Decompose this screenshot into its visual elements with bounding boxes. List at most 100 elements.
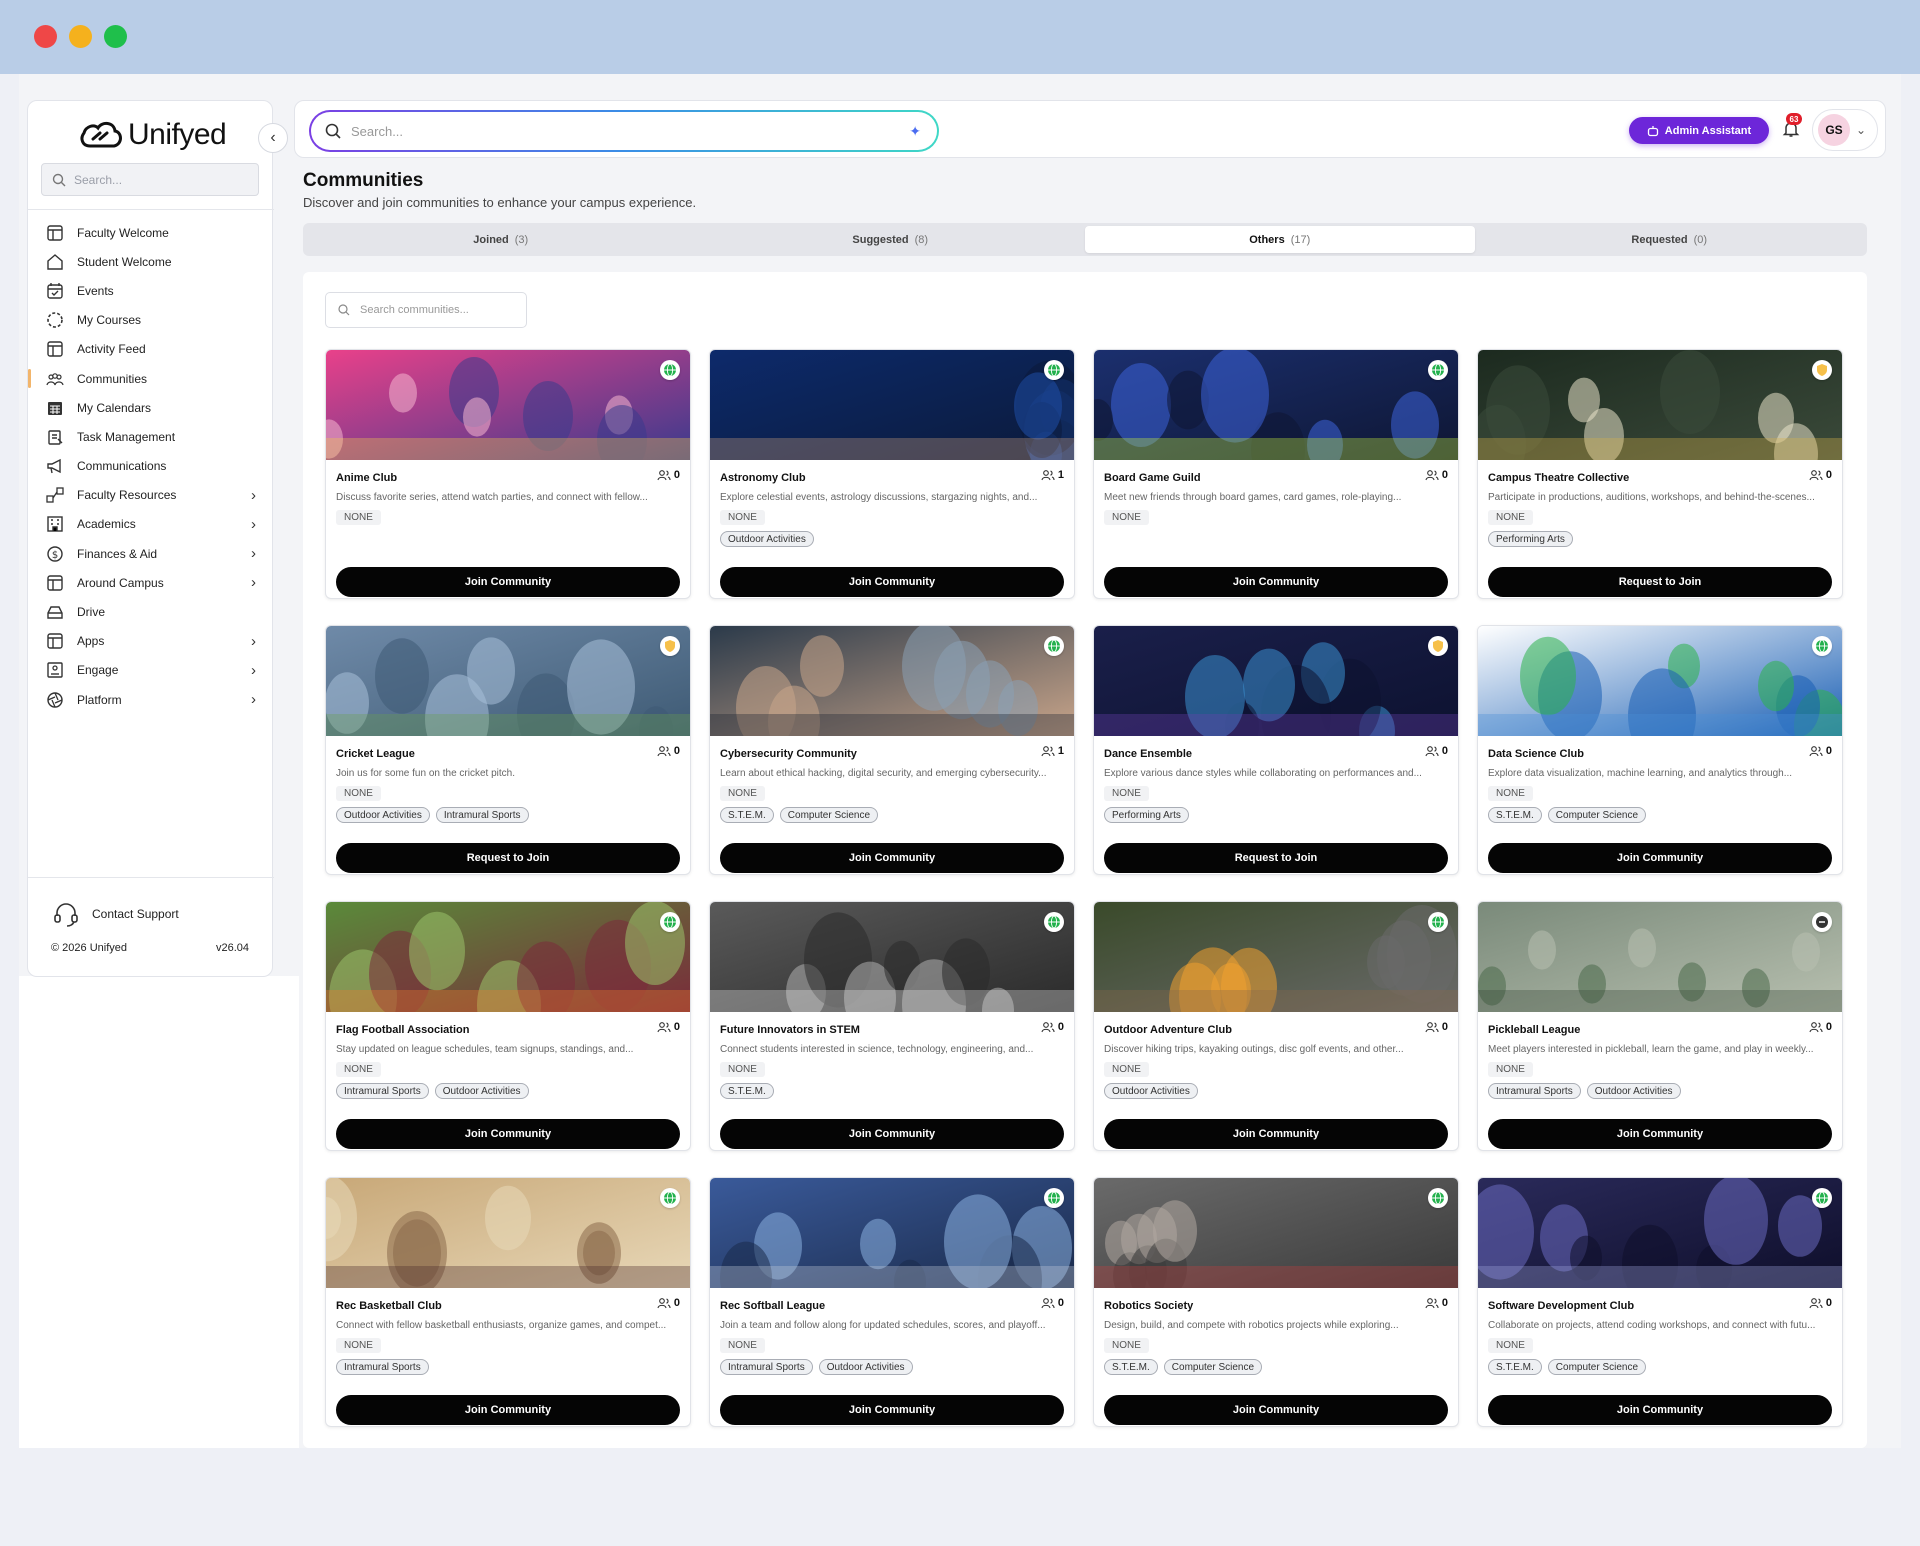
- community-card-astronomy-club[interactable]: Astronomy Club 1 Explore celestial events,…: [709, 349, 1075, 599]
- sidebar-item-apps[interactable]: Apps ›: [28, 627, 274, 656]
- ai-sparkle-icon[interactable]: ✦: [909, 123, 921, 140]
- category-tag[interactable]: Outdoor Activities: [336, 807, 430, 823]
- join-community-button[interactable]: Join Community: [720, 567, 1064, 597]
- join-community-button[interactable]: Join Community: [1488, 1119, 1832, 1149]
- brand-logo[interactable]: Unifyed: [78, 115, 227, 155]
- tab-others[interactable]: Others (17): [1085, 226, 1475, 253]
- category-tag[interactable]: Outdoor Activities: [434, 1083, 529, 1099]
- sidebar-item-drive[interactable]: Drive: [28, 597, 274, 626]
- community-card-cricket-league[interactable]: Cricket League 0 Join us for some fun on t…: [325, 625, 691, 875]
- sidebar-item-task-management[interactable]: Task Management: [28, 422, 274, 451]
- sidebar-item-communities[interactable]: Communities: [28, 364, 274, 393]
- category-tag[interactable]: Outdoor Activities: [818, 1359, 913, 1375]
- sidebar-item-events[interactable]: Events: [28, 276, 274, 305]
- users-icon: [1809, 1022, 1823, 1033]
- community-card-anime-club[interactable]: Anime Club 0 Discuss favorite series, atte…: [325, 349, 691, 599]
- request-to-join-button[interactable]: Request to Join: [1488, 567, 1832, 597]
- tab-requested[interactable]: Requested (0): [1475, 226, 1865, 253]
- category-tag[interactable]: Intramural Sports: [336, 1083, 429, 1099]
- category-tag[interactable]: Intramural Sports: [435, 807, 529, 823]
- community-card-rec-basketball-club[interactable]: Rec Basketball Club 0 Connect with fellow …: [325, 1177, 691, 1427]
- category-tag[interactable]: Intramural Sports: [1488, 1083, 1581, 1099]
- global-search-input[interactable]: Search... ✦: [309, 110, 939, 152]
- member-count: 0: [1425, 469, 1448, 481]
- member-count: 0: [1425, 1021, 1448, 1033]
- minimize-window-button[interactable]: [69, 25, 92, 48]
- community-card-future-innovators-in-stem[interactable]: Future Innovators in STEM 0 Connect studen…: [709, 901, 1075, 1151]
- join-community-button[interactable]: Join Community: [336, 1395, 680, 1425]
- join-community-button[interactable]: Join Community: [1104, 567, 1448, 597]
- community-card-pickleball-league[interactable]: Pickleball League 0 Meet players intereste…: [1477, 901, 1843, 1151]
- join-community-button[interactable]: Join Community: [1488, 1395, 1832, 1425]
- category-tag[interactable]: Outdoor Activities: [720, 531, 814, 547]
- tab-suggested[interactable]: Suggested (8): [696, 226, 1086, 253]
- category-tag[interactable]: S.T.E.M.: [1104, 1359, 1158, 1375]
- sidebar-item-activity-feed[interactable]: Activity Feed: [28, 335, 274, 364]
- community-card-software-development-club[interactable]: Software Development Club 0 Collaborate on…: [1477, 1177, 1843, 1427]
- community-cover-image: [326, 350, 690, 460]
- community-card-dance-ensemble[interactable]: Dance Ensemble 0 Explore various dance sty…: [1093, 625, 1459, 875]
- category-tag[interactable]: S.T.E.M.: [720, 1083, 774, 1099]
- sidebar-item-my-calendars[interactable]: My Calendars: [28, 393, 274, 422]
- category-tag[interactable]: Intramural Sports: [336, 1359, 429, 1375]
- sidebar-item-around-campus[interactable]: Around Campus ›: [28, 568, 274, 597]
- sidebar-item-faculty-resources[interactable]: Faculty Resources ›: [28, 481, 274, 510]
- category-tag[interactable]: Computer Science: [1547, 807, 1647, 823]
- sidebar-item-platform[interactable]: Platform ›: [28, 685, 274, 714]
- maximize-window-button[interactable]: [104, 25, 127, 48]
- category-tag[interactable]: Outdoor Activities: [1586, 1083, 1681, 1099]
- join-community-button[interactable]: Join Community: [1488, 843, 1832, 873]
- sidebar-item-my-courses[interactable]: My Courses: [28, 306, 274, 335]
- admin-assistant-button[interactable]: Admin Assistant: [1629, 117, 1769, 144]
- join-community-button[interactable]: Join Community: [1104, 1119, 1448, 1149]
- category-tag[interactable]: S.T.E.M.: [720, 807, 774, 823]
- category-tag[interactable]: Intramural Sports: [720, 1359, 813, 1375]
- category-tag[interactable]: Performing Arts: [1104, 807, 1189, 823]
- join-community-button[interactable]: Join Community: [336, 1119, 680, 1149]
- community-category: NONE: [720, 1062, 765, 1077]
- collapse-sidebar-button[interactable]: ‹: [258, 123, 288, 153]
- sidebar-item-engage[interactable]: Engage ›: [28, 656, 274, 685]
- category-tag[interactable]: Performing Arts: [1488, 531, 1573, 547]
- community-card-board-game-guild[interactable]: Board Game Guild 0 Meet new friends throug…: [1093, 349, 1459, 599]
- community-card-rec-softball-league[interactable]: Rec Softball League 0 Join a team and foll…: [709, 1177, 1075, 1427]
- join-community-button[interactable]: Join Community: [720, 843, 1064, 873]
- community-card-campus-theatre-collective[interactable]: Campus Theatre Collective 0 Participate in…: [1477, 349, 1843, 599]
- contact-support-link[interactable]: Contact Support: [52, 900, 179, 928]
- community-card-data-science-club[interactable]: Data Science Club 0 Explore data visualiza…: [1477, 625, 1843, 875]
- category-tag[interactable]: Computer Science: [1163, 1359, 1263, 1375]
- join-community-button[interactable]: Join Community: [336, 567, 680, 597]
- sidebar-item-faculty-welcome[interactable]: Faculty Welcome: [28, 218, 274, 247]
- join-community-button[interactable]: Join Community: [720, 1395, 1064, 1425]
- sidebar-search-input[interactable]: Search...: [41, 163, 259, 196]
- user-menu-button[interactable]: GS ⌄: [1812, 109, 1878, 151]
- category-tag[interactable]: Computer Science: [779, 807, 879, 823]
- tab-joined[interactable]: Joined (3): [306, 226, 696, 253]
- community-card-flag-football-association[interactable]: Flag Football Association 0 Stay updated o…: [325, 901, 691, 1151]
- community-title: Cricket League: [336, 748, 415, 760]
- community-cover-image: [1094, 350, 1458, 460]
- sidebar-item-student-welcome[interactable]: Student Welcome: [28, 247, 274, 276]
- category-tag[interactable]: Computer Science: [1547, 1359, 1647, 1375]
- community-card-cybersecurity-community[interactable]: Cybersecurity Community 1 Learn about ethi…: [709, 625, 1075, 875]
- sidebar-item-finances-aid[interactable]: $ Finances & Aid ›: [28, 539, 274, 568]
- sidebar-item-academics[interactable]: Academics ›: [28, 510, 274, 539]
- community-title: Flag Football Association: [336, 1024, 470, 1036]
- category-tag[interactable]: Outdoor Activities: [1104, 1083, 1198, 1099]
- request-to-join-button[interactable]: Request to Join: [336, 843, 680, 873]
- sidebar-item-label: Activity Feed: [77, 342, 146, 357]
- sidebar-item-communications[interactable]: Communications: [28, 452, 274, 481]
- community-search-input[interactable]: Search communities...: [325, 292, 527, 328]
- join-community-button[interactable]: Join Community: [1104, 1395, 1448, 1425]
- community-card-robotics-society[interactable]: Robotics Society 0 Design, build, and comp…: [1093, 1177, 1459, 1427]
- category-tag[interactable]: S.T.E.M.: [1488, 1359, 1542, 1375]
- community-tags: Performing Arts: [1104, 807, 1189, 823]
- join-community-button[interactable]: Join Community: [720, 1119, 1064, 1149]
- sidebar-item-label: Faculty Welcome: [77, 225, 169, 240]
- member-count: 0: [1425, 1297, 1448, 1309]
- community-card-outdoor-adventure-club[interactable]: Outdoor Adventure Club 0 Discover hiking t…: [1093, 901, 1459, 1151]
- close-window-button[interactable]: [34, 25, 57, 48]
- tab-label: Others: [1249, 233, 1285, 246]
- category-tag[interactable]: S.T.E.M.: [1488, 807, 1542, 823]
- request-to-join-button[interactable]: Request to Join: [1104, 843, 1448, 873]
